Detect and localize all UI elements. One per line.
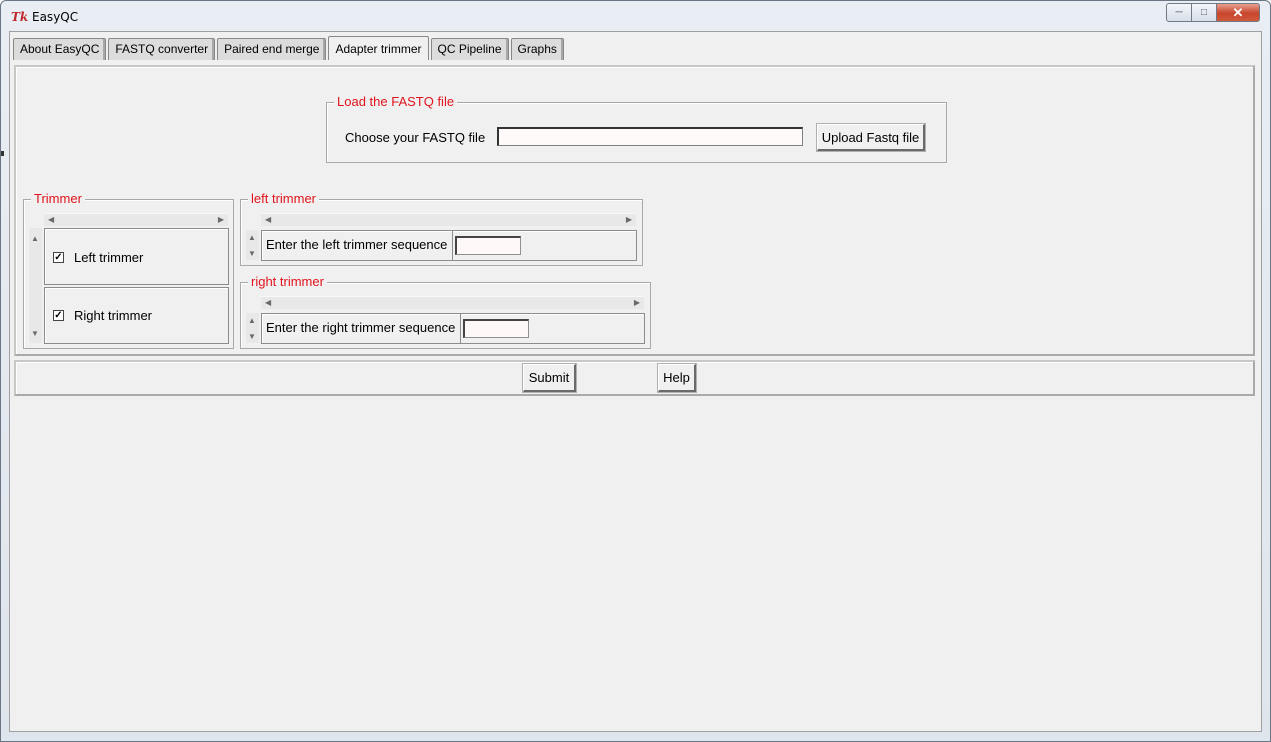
trimmer-group: Trimmer ◀ ▶ ▲ ▼ ✓ Left trimmer ✓ Right t…: [23, 191, 234, 349]
tab-fastq-converter[interactable]: FASTQ converter: [108, 38, 216, 60]
load-fastq-legend: Load the FASTQ file: [334, 94, 458, 110]
fastq-file-input[interactable]: [497, 127, 803, 146]
choose-fastq-label: Choose your FASTQ file: [345, 130, 486, 145]
action-bar: Submit Help: [14, 360, 1255, 396]
tab-qc-pipeline[interactable]: QC Pipeline: [430, 38, 509, 60]
scroll-up-icon[interactable]: ▲: [31, 234, 39, 244]
app-window: Tk EasyQC ─ □ ✕ About EasyQC FASTQ conve…: [0, 0, 1271, 742]
right-trimmer-legend: right trimmer: [248, 274, 327, 290]
help-button[interactable]: Help: [658, 364, 696, 392]
window-controls: ─ □ ✕: [1166, 3, 1260, 22]
scroll-right-icon[interactable]: ▶: [218, 215, 224, 225]
maximize-icon: □: [1200, 7, 1208, 18]
right-trimmer-group: right trimmer ◀ ▶ ▲ ▼ Enter the right tr…: [240, 274, 651, 349]
left-trimmer-option[interactable]: ✓ Left trimmer: [44, 228, 229, 285]
upload-fastq-button[interactable]: Upload Fastq file: [817, 124, 925, 151]
tab-bar: About EasyQC FASTQ converter Paired end …: [13, 36, 566, 60]
tab-adapter-trimmer[interactable]: Adapter trimmer: [328, 36, 429, 60]
load-fastq-group: Load the FASTQ file Choose your FASTQ fi…: [326, 94, 947, 163]
right-vscrollbar[interactable]: ▲ ▼: [246, 313, 259, 343]
tab-graphs[interactable]: Graphs: [510, 38, 564, 60]
tab-about-easyqc[interactable]: About EasyQC: [13, 38, 107, 60]
scroll-right-icon[interactable]: ▶: [634, 298, 640, 308]
scroll-up-icon[interactable]: ▲: [248, 233, 256, 243]
right-hscrollbar[interactable]: ◀ ▶: [261, 296, 644, 309]
scroll-left-icon[interactable]: ◀: [48, 215, 54, 225]
left-hscrollbar[interactable]: ◀ ▶: [261, 213, 636, 226]
left-trimmer-group: left trimmer ◀ ▶ ▲ ▼ Enter the left trim…: [240, 191, 643, 266]
right-trimmer-checkbox[interactable]: ✓: [53, 310, 64, 321]
window-title: EasyQC: [32, 10, 79, 24]
left-trimmer-label: Left trimmer: [74, 250, 144, 265]
adapter-trimmer-panel: Load the FASTQ file Choose your FASTQ fi…: [14, 65, 1255, 356]
scroll-down-icon[interactable]: ▼: [248, 249, 256, 259]
left-sequence-input[interactable]: [455, 236, 521, 255]
scroll-down-icon[interactable]: ▼: [31, 329, 39, 339]
scroll-left-icon[interactable]: ◀: [265, 215, 271, 225]
trimmer-vscrollbar[interactable]: ▲ ▼: [29, 228, 42, 343]
minimize-icon: ─: [1175, 7, 1183, 18]
right-sequence-input[interactable]: [463, 319, 529, 338]
scroll-left-icon[interactable]: ◀: [265, 298, 271, 308]
close-button[interactable]: ✕: [1217, 3, 1260, 22]
client-area: About EasyQC FASTQ converter Paired end …: [9, 31, 1262, 732]
right-trimmer-label: Right trimmer: [74, 308, 153, 323]
left-trimmer-row: Enter the left trimmer sequence: [261, 230, 637, 261]
right-trimmer-option[interactable]: ✓ Right trimmer: [44, 287, 229, 344]
close-icon: ✕: [1232, 4, 1244, 20]
left-sequence-label: Enter the left trimmer sequence: [262, 231, 453, 260]
scroll-up-icon[interactable]: ▲: [248, 316, 256, 326]
tab-paired-end-merge[interactable]: Paired end merge: [217, 38, 327, 60]
title-bar[interactable]: Tk EasyQC ─ □ ✕: [1, 1, 1270, 31]
tk-feather-icon: Tk: [11, 10, 29, 24]
scroll-down-icon[interactable]: ▼: [248, 332, 256, 342]
left-trimmer-legend: left trimmer: [248, 191, 319, 207]
scroll-right-icon[interactable]: ▶: [626, 215, 632, 225]
trimmer-legend: Trimmer: [31, 191, 85, 207]
left-trimmer-checkbox[interactable]: ✓: [53, 252, 64, 263]
right-sequence-label: Enter the right trimmer sequence: [262, 314, 461, 343]
minimize-button[interactable]: ─: [1166, 3, 1192, 22]
trimmer-hscrollbar[interactable]: ◀ ▶: [44, 213, 228, 226]
left-vscrollbar[interactable]: ▲ ▼: [246, 230, 259, 260]
submit-button[interactable]: Submit: [523, 364, 576, 392]
right-trimmer-row: Enter the right trimmer sequence: [261, 313, 645, 344]
window-edge-mark: [1, 151, 4, 156]
maximize-button[interactable]: □: [1192, 3, 1217, 22]
